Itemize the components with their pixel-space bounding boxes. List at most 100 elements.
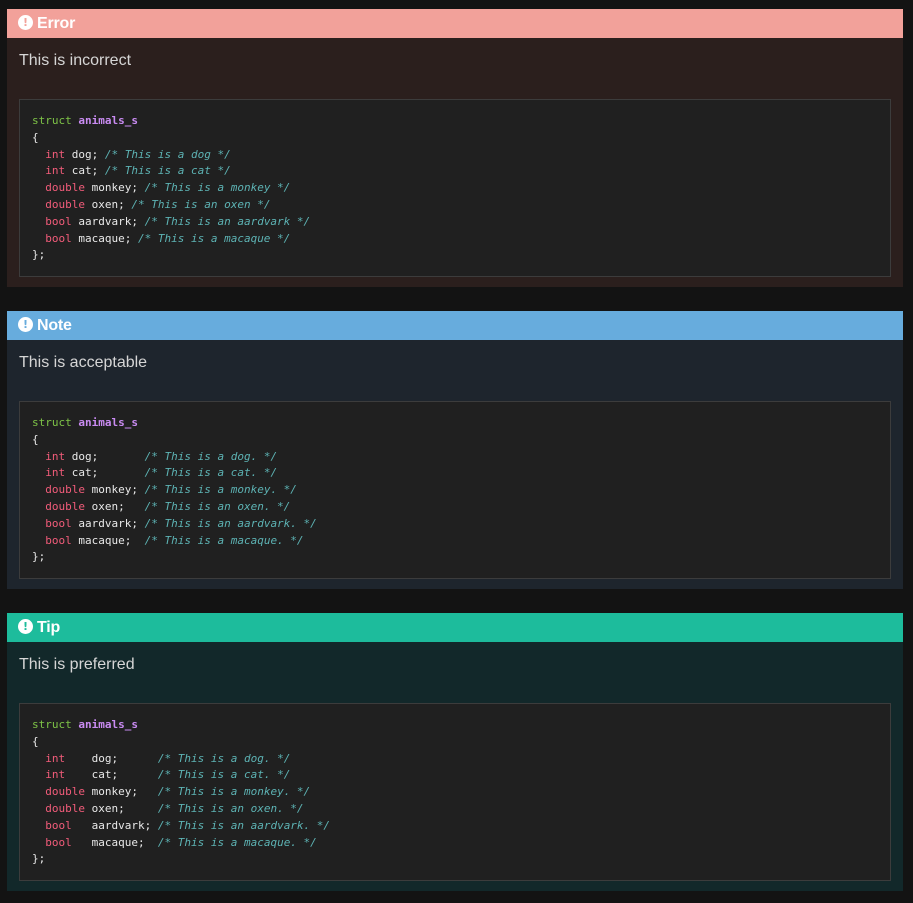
tip-title: Tip [37,618,61,636]
field-name: dog; [65,147,99,161]
field-type: double [45,197,85,211]
code-line: bool aardvark; /* This is an aardvark. *… [32,516,878,533]
field-type: int [45,164,66,178]
field-name: aardvark; [71,516,145,530]
struct-name: animals_s [78,114,138,127]
field-comment: /* This is a monkey. */ [157,785,311,799]
code-line: { [32,734,39,748]
field-comment: /* This is a cat */ [98,164,231,178]
field-type: int [45,449,66,463]
code-line: struct animals_s [32,113,878,130]
error-code-block: struct animals_s{ int dog; /* This is a … [19,99,891,278]
field-name: cat; [85,768,158,782]
field-type: double [45,801,85,815]
field-comment: /* This is a dog. */ [157,751,291,765]
field-type: double [45,181,85,195]
note-code-block: struct animals_s{ int dog; /* This is a … [19,401,891,580]
code-line: { [32,432,39,446]
struct-name: animals_s [78,416,138,429]
field-comment: /* This is an oxen. */ [157,801,304,815]
code-line: double monkey; /* This is a monkey. */ [32,482,878,499]
field-type: int [45,147,66,161]
field-type: bool [45,533,72,547]
code-line: bool macaque; /* This is a macaque */ [32,231,878,248]
field-name: cat; [65,164,99,178]
code-line: struct animals_s [32,717,878,734]
field-name: macaque; [71,533,145,547]
exclamation-circle-icon: ! [18,619,33,634]
error-body: This is incorrect struct animals_s{ int … [7,38,903,289]
code-line: bool aardvark; /* This is an aardvark. *… [32,818,878,835]
field-type: int [45,466,66,480]
exclamation-circle-icon: ! [18,15,33,30]
tip-body: This is preferred struct animals_s{ int … [7,642,903,893]
struct-keyword: struct [32,416,72,429]
field-comment: /* This is a macaque */ [131,231,291,245]
field-name: monkey; [85,483,145,497]
code-line: bool macaque; /* This is a macaque. */ [32,835,878,852]
tip-header: ! Tip [7,613,903,642]
field-name: oxen; [85,801,158,815]
tip-code-block: struct animals_s{ int dog; /* This is a … [19,703,891,882]
field-name: dog; [85,751,158,765]
field-type: double [45,785,85,799]
field-name: dog; [65,449,145,463]
code-line: }; [32,852,46,866]
field-comment: /* This is an oxen. */ [144,499,291,513]
code-line: }; [32,550,46,564]
field-type: double [45,499,85,513]
field-name: oxen; [85,197,125,211]
field-comment: /* This is an aardvark */ [137,214,311,228]
field-comment: /* This is a dog */ [98,147,231,161]
field-name: macaque; [71,231,132,245]
exclamation-circle-icon: ! [18,317,33,332]
field-comment: /* This is a dog. */ [144,449,278,463]
struct-name: animals_s [78,718,138,731]
code-line: double oxen; /* This is an oxen. */ [32,499,878,516]
note-body: This is acceptable struct animals_s{ int… [7,340,903,591]
struct-keyword: struct [32,114,72,127]
struct-keyword: struct [32,718,72,731]
field-name: macaque; [85,835,158,849]
field-comment: /* This is a macaque. */ [144,533,304,547]
code-line: int dog; /* This is a dog. */ [32,751,878,768]
field-comment: /* This is an aardvark. */ [157,818,331,832]
field-name: oxen; [85,499,145,513]
field-name: cat; [65,466,145,480]
tip-admonition: ! Tip This is preferred struct animals_s… [7,613,903,891]
field-type: bool [45,214,72,228]
field-comment: /* This is a macaque. */ [157,835,317,849]
field-type: bool [45,516,72,530]
code-line: int cat; /* This is a cat. */ [32,465,878,482]
note-header: ! Note [7,311,903,340]
code-line: int cat; /* This is a cat. */ [32,767,878,784]
field-name: aardvark; [85,818,158,832]
note-admonition: ! Note This is acceptable struct animals… [7,311,903,589]
code-line: int dog; /* This is a dog. */ [32,449,878,466]
note-text: This is acceptable [19,354,148,371]
field-type: bool [45,818,85,832]
code-line: bool aardvark; /* This is an aardvark */ [32,214,878,231]
error-admonition: ! Error This is incorrect struct animals… [7,9,903,287]
code-line: { [32,130,39,144]
code-line: }; [32,248,46,262]
field-name: aardvark; [71,214,138,228]
code-line: double oxen; /* This is an oxen. */ [32,801,878,818]
field-comment: /* This is a monkey. */ [144,483,297,497]
note-title: Note [37,316,72,334]
field-type: bool [45,835,85,849]
field-comment: /* This is an aardvark. */ [144,516,317,530]
error-title: Error [37,14,76,32]
field-type: int [45,768,85,782]
error-header: ! Error [7,9,903,38]
field-comment: /* This is an oxen */ [124,197,271,211]
code-line: int cat; /* This is a cat */ [32,163,878,180]
code-line: double oxen; /* This is an oxen */ [32,197,878,214]
field-type: int [45,751,85,765]
field-name: monkey; [85,181,138,195]
code-line: int dog; /* This is a dog */ [32,147,878,164]
error-text: This is incorrect [19,52,132,69]
code-line: double monkey; /* This is a monkey */ [32,180,878,197]
code-line: bool macaque; /* This is a macaque. */ [32,533,878,550]
code-line: struct animals_s [32,415,878,432]
